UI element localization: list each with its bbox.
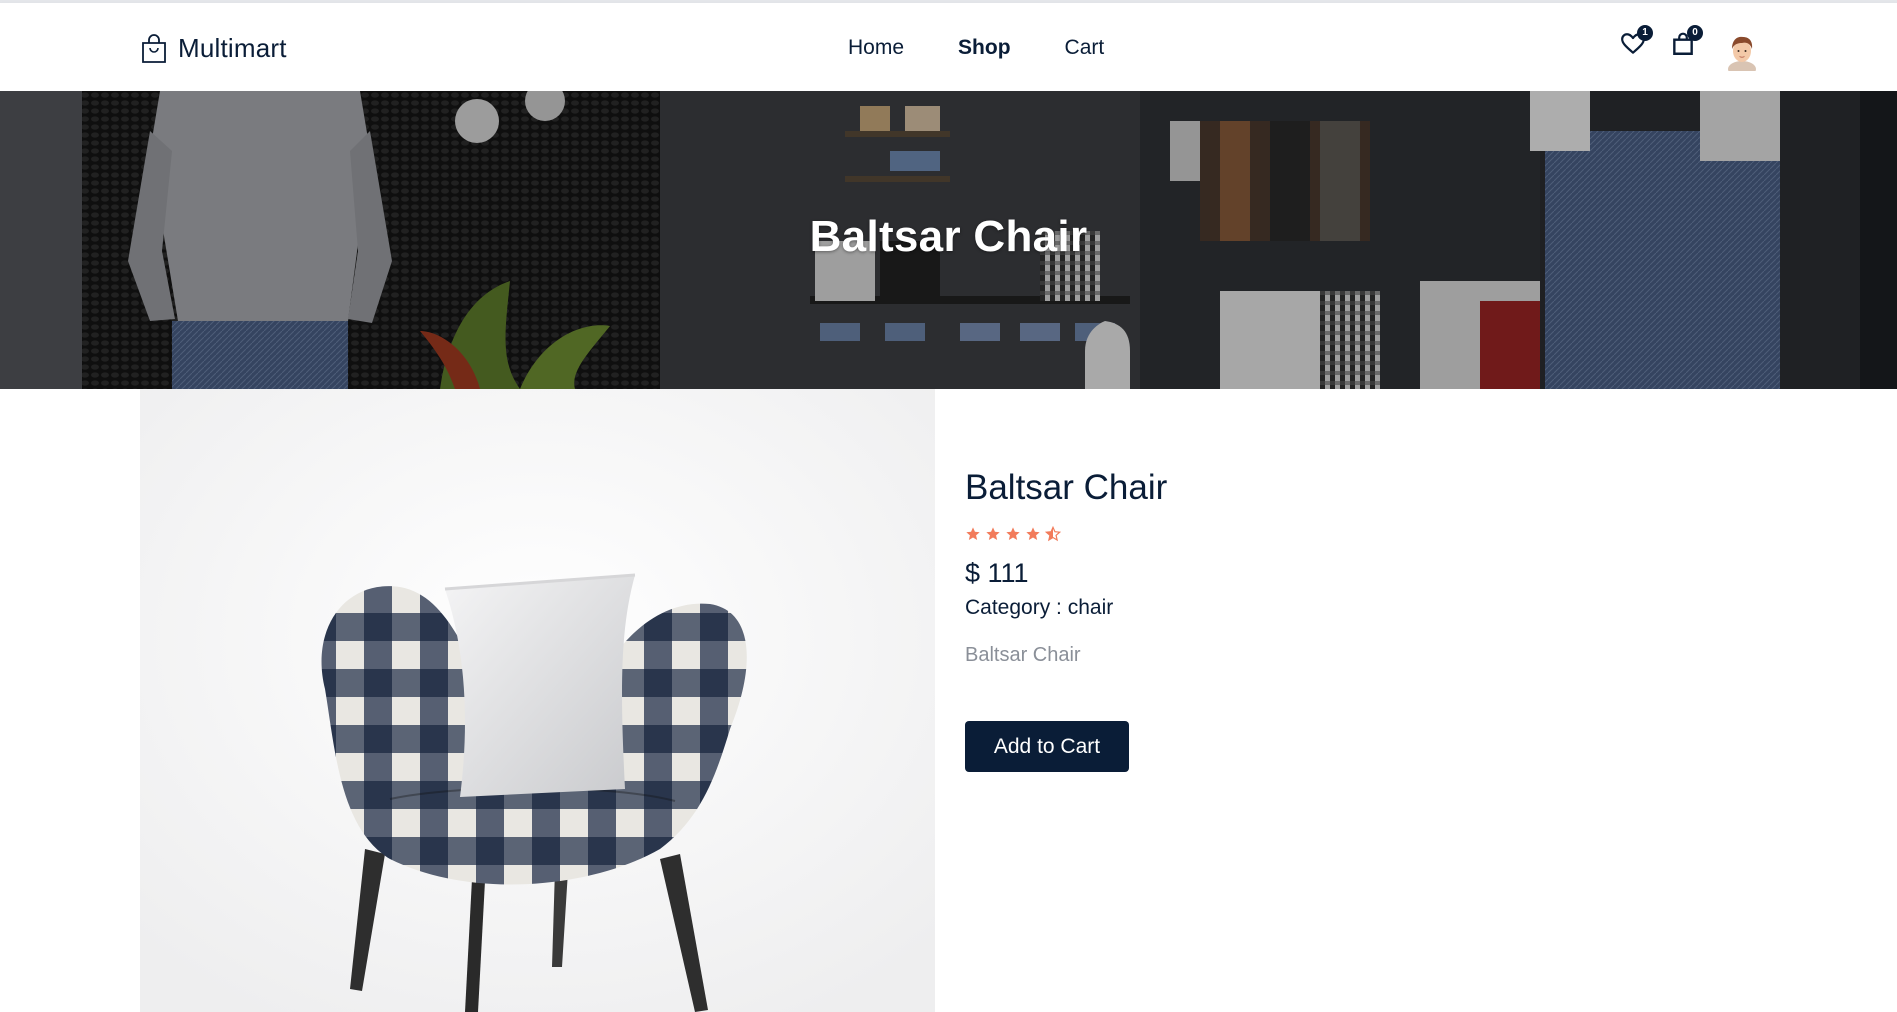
product-image bbox=[140, 389, 935, 1012]
wishlist-button[interactable]: 1 bbox=[1620, 25, 1653, 61]
product-details: Baltsar Chair $ 111 Category : chair Bal… bbox=[965, 470, 1665, 772]
main-nav: Home Shop Cart bbox=[848, 36, 1104, 60]
product-price: $ 111 bbox=[965, 558, 1029, 588]
header-actions: 1 0 bbox=[1620, 25, 1703, 61]
brand-name: Multimart bbox=[178, 33, 287, 63]
nav-home[interactable]: Home bbox=[848, 36, 904, 60]
user-avatar[interactable] bbox=[1724, 31, 1760, 71]
star-icon bbox=[966, 527, 980, 540]
brand-logo[interactable]: Multimart bbox=[140, 33, 287, 64]
hero-title: Baltsar Chair bbox=[809, 212, 1088, 261]
product-rating bbox=[965, 526, 1665, 546]
hero-banner: Baltsar Chair bbox=[0, 91, 1897, 389]
shopping-bag-icon bbox=[142, 33, 166, 63]
add-to-cart-button[interactable]: Add to Cart bbox=[965, 721, 1129, 772]
half-star-icon bbox=[1045, 526, 1061, 542]
armchair-image bbox=[140, 389, 935, 1012]
star-icon bbox=[1006, 527, 1020, 540]
product-description: Baltsar Chair bbox=[965, 644, 1081, 666]
cart-button[interactable]: 0 bbox=[1670, 25, 1703, 61]
wishlist-badge: 1 bbox=[1637, 25, 1653, 41]
product-title: Baltsar Chair bbox=[965, 468, 1168, 507]
star-icon bbox=[986, 527, 1000, 540]
cart-badge: 0 bbox=[1687, 25, 1703, 41]
product-category: Category : chair bbox=[965, 596, 1114, 619]
star-icon bbox=[1026, 527, 1040, 540]
site-header: Multimart Home Shop Cart 1 0 bbox=[0, 3, 1897, 91]
nav-cart[interactable]: Cart bbox=[1065, 36, 1105, 60]
nav-shop[interactable]: Shop bbox=[958, 36, 1011, 60]
